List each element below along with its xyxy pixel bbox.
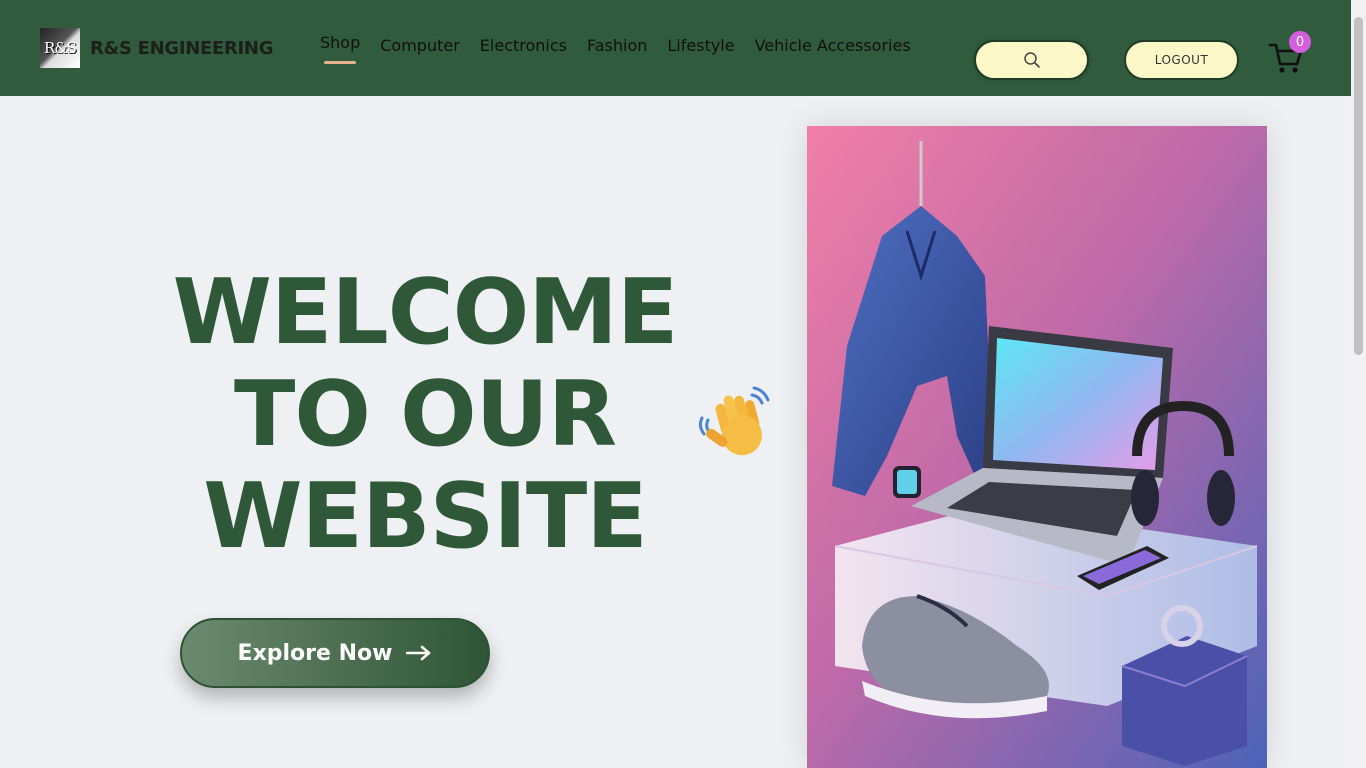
nav-item-computer[interactable]: Computer [380, 36, 460, 65]
hero-title-line: WEBSITE [203, 464, 648, 569]
arrow-right-icon [406, 645, 431, 661]
nav-item-fashion[interactable]: Fashion [587, 36, 647, 65]
hero-product-image [807, 126, 1267, 768]
search-button[interactable] [974, 40, 1089, 80]
nav-item-electronics[interactable]: Electronics [480, 36, 567, 65]
site-header: R&S R&S ENGINEERING Shop Computer Electr… [0, 0, 1351, 96]
cart-count-badge: 0 [1289, 31, 1311, 53]
product-showcase-illustration [807, 126, 1267, 768]
explore-now-label: Explore Now [237, 640, 393, 666]
logout-button[interactable]: LOGOUT [1124, 40, 1239, 80]
brand[interactable]: R&S R&S ENGINEERING [40, 28, 273, 68]
explore-now-button[interactable]: Explore Now [180, 618, 490, 688]
scrollbar-thumb[interactable] [1354, 17, 1363, 355]
page-scrollbar[interactable] [1351, 0, 1366, 768]
hero-title-line: WELCOME [172, 260, 679, 365]
waving-hand-icon [698, 386, 770, 456]
main-nav: Shop Computer Electronics Fashion Lifest… [320, 33, 911, 65]
nav-item-vehicle-accessories[interactable]: Vehicle Accessories [755, 36, 911, 65]
hero-title-line: TO OUR [233, 362, 617, 467]
hero-title: WELCOME TO OUR WEBSITE [140, 262, 710, 568]
nav-item-lifestyle[interactable]: Lifestyle [667, 36, 734, 65]
brand-logo: R&S [40, 28, 80, 68]
search-icon [1023, 52, 1040, 68]
nav-item-shop[interactable]: Shop [320, 33, 360, 64]
brand-name: R&S ENGINEERING [90, 37, 274, 59]
